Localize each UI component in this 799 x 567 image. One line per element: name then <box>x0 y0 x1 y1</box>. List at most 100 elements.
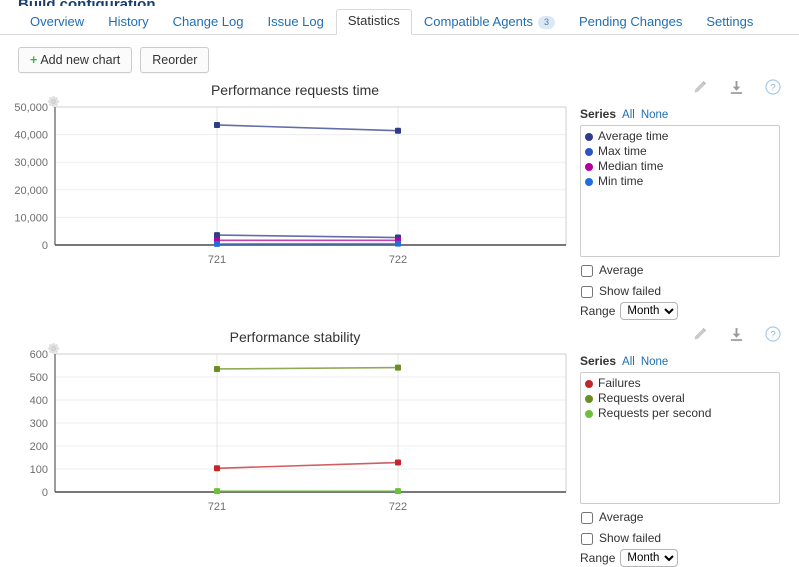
show-failed-option[interactable]: Show failed <box>580 531 780 546</box>
download-icon[interactable] <box>728 326 744 342</box>
legend-color-dot <box>585 148 593 156</box>
series-label: Series <box>580 107 616 121</box>
data-point[interactable] <box>214 465 220 471</box>
tab-history[interactable]: History <box>96 10 160 35</box>
show-failed-label: Show failed <box>599 531 661 546</box>
data-point[interactable] <box>395 460 401 466</box>
legend-item[interactable]: Max time <box>585 144 775 159</box>
y-tick-label: 20,000 <box>14 185 48 197</box>
tab-bar: Overview History Change Log Issue Log Statis… <box>0 8 799 35</box>
chart-block-2: Performance stability?010020030040050060… <box>0 320 799 567</box>
data-point[interactable] <box>214 122 220 128</box>
tab-change-log[interactable]: Change Log <box>161 10 256 35</box>
tab-label: Pending Changes <box>579 14 682 29</box>
average-checkbox[interactable] <box>581 512 593 524</box>
legend-list: Average timeMax timeMedian timeMin time <box>580 125 780 257</box>
chart-actions: ? <box>691 79 781 95</box>
reorder-button[interactable]: Reorder <box>140 47 209 73</box>
legend-item[interactable]: Median time <box>585 159 775 174</box>
tab-label: Change Log <box>173 14 244 29</box>
y-tick-label: 200 <box>30 441 48 453</box>
pencil-icon[interactable] <box>691 79 707 95</box>
tab-statistics[interactable]: Statistics <box>336 9 412 35</box>
range-select[interactable]: Month <box>620 302 678 320</box>
legend-header: Series All None <box>580 107 780 122</box>
download-icon[interactable] <box>728 79 744 95</box>
legend-panel: Series All None Average timeMax timeMedian … <box>580 99 780 320</box>
range-label: Range <box>580 551 615 565</box>
legend-item-label: Median time <box>598 159 663 174</box>
legend-item[interactable]: Failures <box>585 376 775 391</box>
data-point[interactable] <box>395 128 401 134</box>
y-tick-label: 0 <box>42 240 48 252</box>
legend-item-label: Failures <box>598 376 641 391</box>
select-none-link[interactable]: None <box>641 356 669 368</box>
legend-item-label: Requests overal <box>598 391 685 406</box>
data-point[interactable] <box>214 241 220 247</box>
data-point[interactable] <box>395 488 401 494</box>
plot-area: 0100200300400500600721722 <box>0 346 580 521</box>
tab-compatible-agents[interactable]: Compatible Agents 3 <box>412 10 567 35</box>
data-point[interactable] <box>214 488 220 494</box>
series-line <box>217 368 398 369</box>
help-icon[interactable]: ? <box>765 79 781 95</box>
legend-color-dot <box>585 395 593 403</box>
show-failed-checkbox[interactable] <box>581 286 593 298</box>
range-row: Range Month <box>580 549 780 567</box>
legend-color-dot <box>585 178 593 186</box>
svg-text:?: ? <box>770 83 775 94</box>
show-failed-checkbox[interactable] <box>581 533 593 545</box>
pencil-icon[interactable] <box>691 326 707 342</box>
legend-color-dot <box>585 410 593 418</box>
tab-pending-changes[interactable]: Pending Changes <box>567 10 694 35</box>
legend-item-label: Requests per second <box>598 406 711 421</box>
select-all-link[interactable]: All <box>622 109 635 121</box>
chart-title: Performance stability <box>0 320 590 346</box>
series-line <box>217 463 398 469</box>
select-all-link[interactable]: All <box>622 356 635 368</box>
average-option[interactable]: Average <box>580 510 780 525</box>
legend-item[interactable]: Requests overal <box>585 391 775 406</box>
tab-label: History <box>108 14 148 29</box>
tab-issue-log[interactable]: Issue Log <box>255 10 335 35</box>
range-select[interactable]: Month <box>620 549 678 567</box>
charts-container: Performance requests time?010,00020,0003… <box>0 73 799 567</box>
tab-badge: 3 <box>538 16 555 29</box>
data-point[interactable] <box>214 366 220 372</box>
select-none-link[interactable]: None <box>641 109 669 121</box>
range-row: RangeMonth <box>580 302 780 320</box>
plot-area: 010,00020,00030,00040,00050,000721722 <box>0 99 580 274</box>
plus-icon: + <box>30 53 37 67</box>
help-icon[interactable]: ? <box>765 326 781 342</box>
legend-item[interactable]: Average time <box>585 129 775 144</box>
x-tick-label: 721 <box>208 501 226 513</box>
show-failed-option[interactable]: Show failed <box>580 284 780 299</box>
add-new-chart-button[interactable]: +Add new chart <box>18 47 132 73</box>
tab-overview[interactable]: Overview <box>18 10 96 35</box>
chart-block-1: Performance requests time?010,00020,0003… <box>0 73 799 320</box>
data-point[interactable] <box>214 232 220 238</box>
data-point[interactable] <box>395 241 401 247</box>
legend-panel: SeriesAllNoneFailuresRequests overalRequ… <box>580 346 780 567</box>
tab-label: Statistics <box>348 13 400 28</box>
average-option[interactable]: Average <box>580 263 780 278</box>
legend-color-dot <box>585 133 593 141</box>
tab-label: Issue Log <box>267 14 323 29</box>
legend-item[interactable]: Min time <box>585 174 775 189</box>
x-tick-label: 722 <box>389 501 407 513</box>
tab-label: Overview <box>30 14 84 29</box>
legend-color-dot <box>585 380 593 388</box>
data-point[interactable] <box>395 365 401 371</box>
average-label: Average <box>599 510 643 525</box>
average-label: Average <box>599 263 643 278</box>
legend-list: FailuresRequests overalRequests per seco… <box>580 372 780 504</box>
series-line <box>217 235 398 237</box>
average-checkbox[interactable] <box>581 265 593 277</box>
tab-settings[interactable]: Settings <box>694 10 765 35</box>
y-tick-label: 500 <box>30 372 48 384</box>
svg-text:?: ? <box>770 330 775 341</box>
tab-label: Compatible Agents <box>424 14 533 29</box>
chart-title: Performance requests time <box>0 73 590 99</box>
legend-item[interactable]: Requests per second <box>585 406 775 421</box>
y-tick-label: 0 <box>42 487 48 499</box>
